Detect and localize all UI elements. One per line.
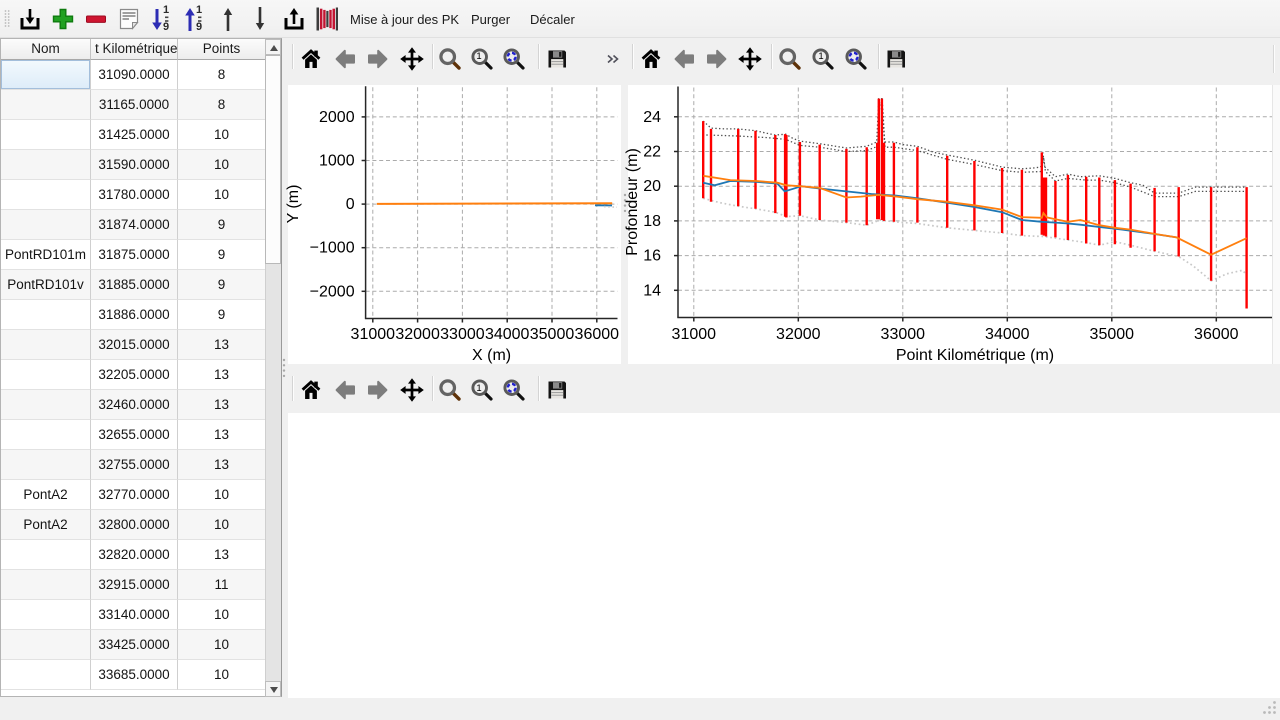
svg-text:Point Kilométrique (m): Point Kilométrique (m) bbox=[896, 347, 1054, 364]
svg-text:14: 14 bbox=[643, 282, 661, 299]
svg-text:33000: 33000 bbox=[881, 326, 926, 343]
svg-text:32000: 32000 bbox=[776, 326, 821, 343]
svg-text:16: 16 bbox=[643, 248, 661, 265]
svg-text:34000: 34000 bbox=[485, 326, 530, 343]
svg-text:−1000: −1000 bbox=[310, 240, 355, 257]
svg-text:1000: 1000 bbox=[319, 153, 355, 170]
svg-text:36000: 36000 bbox=[1194, 326, 1239, 343]
svg-text:24: 24 bbox=[643, 109, 661, 126]
svg-text:Profondeur (m): Profondeur (m) bbox=[624, 148, 641, 256]
svg-text:0: 0 bbox=[346, 196, 355, 213]
svg-text:35000: 35000 bbox=[1090, 326, 1135, 343]
svg-text:36000: 36000 bbox=[575, 326, 620, 343]
svg-text:34000: 34000 bbox=[985, 326, 1030, 343]
svg-text:Y (m): Y (m) bbox=[285, 185, 302, 224]
svg-text:31000: 31000 bbox=[672, 326, 717, 343]
svg-text:32000: 32000 bbox=[395, 326, 440, 343]
svg-text:22: 22 bbox=[643, 144, 661, 161]
svg-text:2000: 2000 bbox=[319, 109, 355, 126]
svg-text:−2000: −2000 bbox=[310, 283, 355, 300]
svg-text:35000: 35000 bbox=[530, 326, 575, 343]
svg-text:X (m): X (m) bbox=[472, 347, 511, 364]
svg-text:20: 20 bbox=[643, 178, 661, 195]
svg-text:18: 18 bbox=[643, 213, 661, 230]
svg-text:33000: 33000 bbox=[440, 326, 485, 343]
svg-text:31000: 31000 bbox=[351, 326, 396, 343]
